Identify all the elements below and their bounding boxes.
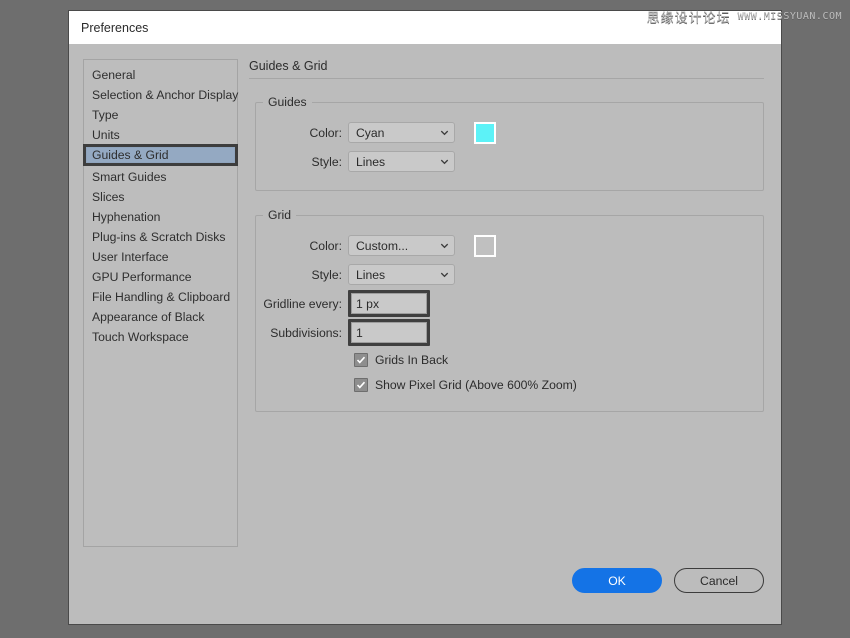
chevron-down-icon (439, 127, 450, 138)
chevron-down-icon (439, 240, 450, 251)
guides-color-select-value: Cyan (356, 126, 384, 140)
grid-group: Grid Color: Custom... Style: Lines (255, 208, 764, 412)
guides-color-row: Color: Cyan (256, 118, 763, 147)
grid-style-row: Style: Lines (256, 260, 763, 289)
dialog-title: Preferences (81, 21, 148, 35)
chevron-down-icon (439, 156, 450, 167)
grid-group-legend: Grid (263, 208, 296, 222)
grid-style-select-value: Lines (356, 268, 385, 282)
grid-style-select[interactable]: Lines (348, 264, 455, 285)
chevron-down-icon (439, 269, 450, 280)
sidebar-item-selection-anchor-display[interactable]: Selection & Anchor Display (84, 85, 237, 105)
cancel-button[interactable]: Cancel (674, 568, 764, 593)
sidebar-item-touch-workspace[interactable]: Touch Workspace (84, 327, 237, 347)
guides-style-select[interactable]: Lines (348, 151, 455, 172)
sidebar-item-units[interactable]: Units (84, 125, 237, 145)
guides-color-label: Color: (256, 126, 348, 140)
page-title: Guides & Grid (249, 59, 764, 78)
guides-style-row: Style: Lines (256, 147, 763, 176)
preferences-dialog: Preferences GeneralSelection & Anchor Di… (68, 10, 782, 625)
show-pixel-grid-row[interactable]: Show Pixel Grid (Above 600% Zoom) (256, 372, 763, 397)
subdivisions-row: Subdivisions: 1 (256, 318, 763, 347)
sidebar-item-type[interactable]: Type (84, 105, 237, 125)
sidebar-item-guides-grid[interactable]: Guides & Grid (83, 144, 238, 166)
sidebar-item-slices[interactable]: Slices (84, 187, 237, 207)
sidebar-item-gpu-performance[interactable]: GPU Performance (84, 267, 237, 287)
dialog-footer: OK Cancel (572, 568, 764, 593)
gridline-every-value: 1 px (356, 297, 379, 311)
grid-color-label: Color: (256, 239, 348, 253)
gridline-every-row: Gridline every: 1 px (256, 289, 763, 318)
grids-in-back-label: Grids In Back (375, 353, 448, 367)
subdivisions-label: Subdivisions: (256, 326, 348, 340)
grid-style-label: Style: (256, 268, 348, 282)
sidebar-item-hyphenation[interactable]: Hyphenation (84, 207, 237, 227)
dialog-titlebar: Preferences (69, 11, 781, 44)
sidebar-item-smart-guides[interactable]: Smart Guides (84, 167, 237, 187)
guides-color-select[interactable]: Cyan (348, 122, 455, 143)
guides-color-swatch[interactable] (474, 122, 496, 144)
sidebar-item-user-interface[interactable]: User Interface (84, 247, 237, 267)
sidebar-item-plug-ins-scratch-disks[interactable]: Plug-ins & Scratch Disks (84, 227, 237, 247)
grid-color-select[interactable]: Custom... (348, 235, 455, 256)
preferences-panel: Guides & Grid Guides Color: Cyan St (249, 59, 764, 624)
grid-color-row: Color: Custom... (256, 231, 763, 260)
gridline-every-input[interactable]: 1 px (348, 290, 430, 317)
grid-color-select-value: Custom... (356, 239, 408, 253)
guides-group-legend: Guides (263, 95, 312, 109)
grids-in-back-checkbox[interactable] (354, 353, 368, 367)
grid-color-swatch[interactable] (474, 235, 496, 257)
guides-style-label: Style: (256, 155, 348, 169)
subdivisions-value: 1 (356, 326, 363, 340)
gridline-every-label: Gridline every: (256, 297, 348, 311)
show-pixel-grid-checkbox[interactable] (354, 378, 368, 392)
check-icon (356, 380, 366, 390)
grids-in-back-row[interactable]: Grids In Back (256, 347, 763, 372)
preferences-category-list[interactable]: GeneralSelection & Anchor DisplayTypeUni… (83, 59, 238, 547)
dialog-body: GeneralSelection & Anchor DisplayTypeUni… (69, 44, 781, 624)
subdivisions-input[interactable]: 1 (348, 319, 430, 346)
show-pixel-grid-label: Show Pixel Grid (Above 600% Zoom) (375, 378, 577, 392)
guides-group: Guides Color: Cyan Style: Lines (255, 95, 764, 191)
sidebar-item-file-handling-clipboard[interactable]: File Handling & Clipboard (84, 287, 237, 307)
sidebar-item-appearance-of-black[interactable]: Appearance of Black (84, 307, 237, 327)
ok-button[interactable]: OK (572, 568, 662, 593)
check-icon (356, 355, 366, 365)
title-divider (249, 78, 764, 79)
guides-style-select-value: Lines (356, 155, 385, 169)
sidebar-item-general[interactable]: General (84, 65, 237, 85)
